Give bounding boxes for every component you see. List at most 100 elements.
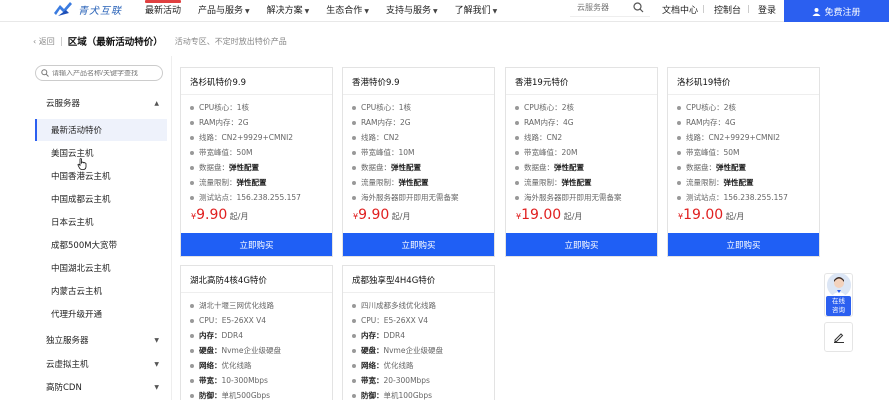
spec-value: 单机500Gbps (221, 391, 271, 400)
bullet-icon (190, 195, 194, 200)
spec-key: 测试站点： (199, 193, 237, 202)
bullet-icon (677, 105, 681, 110)
nav-label: 了解我们 (454, 5, 491, 16)
spec-key: 防御： (361, 391, 384, 400)
price-value: 19.00 (683, 207, 724, 223)
feedback-button[interactable] (824, 322, 853, 352)
back-link[interactable]: ‹ 返回 (33, 36, 55, 47)
sidebar-item-inner-mongolia-cloud[interactable]: 内蒙古云主机 (35, 280, 167, 302)
spec-key: RAM内存： (361, 118, 401, 127)
sidebar-item-chengdu-cloud[interactable]: 中国成都云主机 (35, 188, 167, 210)
spec-value: CN2+9929+CMNI2 (708, 133, 781, 142)
sidebar-group-dedicated-server[interactable]: 独立服务器 ▼ (35, 329, 167, 351)
bullet-icon (352, 378, 356, 383)
spec-value: CN2+9929+CMNI2 (221, 133, 294, 142)
spec-value: 2G (238, 118, 249, 127)
spec-key: 线路： (524, 133, 547, 142)
spec-value: 156.238.255.157 (236, 193, 301, 202)
nav-item-about[interactable]: 了解我们 ▼ (455, 3, 498, 16)
divider (506, 94, 657, 95)
register-label: 免费注册 (824, 7, 861, 18)
spec-key: 内存： (199, 331, 222, 340)
bullet-icon (190, 378, 194, 383)
spec-row: 带宽： 10-300Mbps (190, 375, 268, 386)
nav-item-ecosystem[interactable]: 生态合作 ▼ (326, 3, 369, 16)
spec-key: 内存： (361, 331, 384, 340)
logo[interactable]: 青犬互联 (52, 0, 130, 18)
spec-key: 带宽： (199, 376, 222, 385)
spec-row: CPU： E5-26XX V4 (352, 315, 428, 326)
bullet-icon (352, 318, 356, 323)
online-consult-widget[interactable]: 在线 咨询 (824, 273, 853, 317)
chevron-down-icon: ▼ (492, 7, 498, 15)
spec-value: 2G (400, 118, 411, 127)
nav-item-solutions[interactable]: 解决方案 ▼ (267, 3, 310, 16)
spec-key: 网络： (361, 361, 384, 370)
spec-value: E5-26XX V4 (383, 316, 429, 325)
sidebar-group-cdn[interactable]: 高防CDN ▼ (35, 376, 167, 398)
sidebar-search (35, 65, 163, 81)
spec-row: 流量限制： 弹性配置 (515, 177, 592, 188)
bullet-icon (190, 333, 194, 338)
spec-row: 防御： 单机500Gbps (190, 390, 270, 400)
sidebar-search-input[interactable] (52, 69, 160, 77)
bullet-icon (352, 195, 356, 200)
spec-value: 10M (398, 148, 415, 157)
login-link[interactable]: 登录 (758, 3, 776, 16)
sidebar-item-agent-upgrade[interactable]: 代理升级开通 (35, 303, 167, 325)
sidebar-item-us-cloud[interactable]: 美国云主机 (35, 142, 167, 164)
nav-label: 解决方案 (266, 5, 303, 16)
console-link[interactable]: 控制台 (714, 3, 741, 16)
sidebar-group-virtual-host[interactable]: 云虚拟主机 ▼ (35, 353, 167, 375)
chevron-down-icon: ▼ (154, 383, 159, 391)
buy-now-button[interactable]: 立即购买 (668, 233, 819, 256)
price: ¥19.00 起/月 (678, 207, 744, 223)
card-title: 香港特价9.9 (352, 78, 400, 88)
sidebar-group-cloud-server[interactable]: 云服务器 ▲ (35, 92, 167, 114)
bullet-icon (515, 135, 519, 140)
spec-key: 带宽峰值： (361, 148, 399, 157)
bullet-icon (190, 165, 194, 170)
nav-item-support[interactable]: 支持与服务 ▼ (386, 3, 438, 16)
spec-value: 156.238.255.157 (723, 193, 788, 202)
spec-key: 数据盘： (361, 163, 391, 172)
nav-item-products[interactable]: 产品与服务 ▼ (198, 3, 250, 16)
spec-value: 弹性配置 (561, 178, 592, 187)
spec-value: 优化线路 (383, 361, 414, 370)
spec-row: 硬盘： Nvme企业级硬盘 (352, 345, 443, 356)
spec-value: 1核 (236, 103, 250, 112)
spec-value: 50M (236, 148, 253, 157)
price: ¥19.00 起/月 (516, 207, 582, 223)
spec-row: RAM内存： 2G (352, 117, 411, 128)
sidebar-item-label: 最新活动特价 (51, 126, 103, 136)
spec-value: Nvme企业级硬盘 (221, 346, 281, 355)
sidebar-item-label: 代理升级开通 (51, 310, 103, 320)
spec-row: 数据盘： 弹性配置 (515, 162, 584, 173)
search-icon[interactable] (633, 2, 644, 13)
sidebar-item-japan-cloud[interactable]: 日本云主机 (35, 211, 167, 233)
sidebar-item-hubei-cloud[interactable]: 中国湖北云主机 (35, 257, 167, 279)
spec-key: 海外服务器即开即用无需备案 (524, 193, 622, 202)
agent-avatar (827, 273, 851, 297)
bullet-icon (352, 150, 356, 155)
spec-row: 内存： DDR4 (190, 330, 243, 341)
spec-row: 海外服务器即开即用无需备案 (515, 192, 622, 203)
sidebar-item-hk-cloud[interactable]: 中国香港云主机 (35, 165, 167, 187)
sidebar-item-label: 日本云主机 (51, 218, 94, 228)
register-button[interactable]: 免费注册 (784, 0, 889, 22)
spec-row: CPU核心： 1核 (352, 102, 411, 113)
buy-now-button[interactable]: 立即购买 (343, 233, 494, 256)
sidebar-item-chengdu-bandwidth[interactable]: 成都500M大宽带 (35, 234, 167, 256)
spec-key: CPU： (199, 316, 222, 325)
buy-now-button[interactable]: 立即购买 (506, 233, 657, 256)
nav-item-latest[interactable]: 最新活动 (145, 0, 182, 16)
doc-center-link[interactable]: 文档中心 (662, 3, 698, 16)
spec-key: CPU核心： (686, 103, 724, 112)
sidebar-item-label: 中国香港云主机 (51, 172, 111, 182)
search-input[interactable] (570, 0, 630, 15)
chevron-down-icon: ▼ (154, 360, 159, 368)
buy-now-button[interactable]: 立即购买 (181, 233, 332, 256)
sidebar-item-latest-deals[interactable]: 最新活动特价 (35, 119, 167, 141)
divider (60, 36, 62, 46)
spec-value: 20-300Mbps (383, 376, 430, 385)
